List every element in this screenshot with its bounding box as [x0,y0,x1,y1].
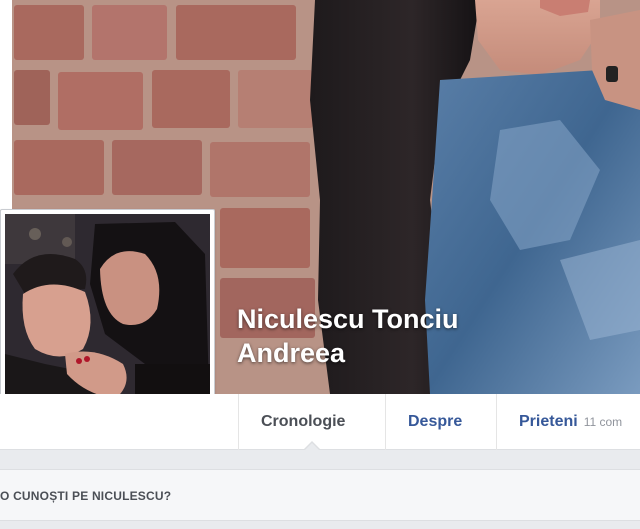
tab-friends-label[interactable]: Prieteni [519,413,578,430]
nav-divider [385,394,386,450]
profile-picture-image [5,214,210,423]
cover-left-strip [0,0,12,210]
profile-nav-bar: Cronologie Despre Prieteni 11 com [0,394,640,450]
profile-name[interactable]: Niculescu Tonciu Andreea [237,302,537,370]
nav-divider [238,394,239,450]
active-tab-caret-inner [305,443,319,450]
know-person-prompt: O CUNOȘTI PE NICULESCU? [0,489,172,503]
tab-friends[interactable]: Prieteni 11 com [519,394,622,450]
nav-divider [496,394,497,450]
know-person-box: O CUNOȘTI PE NICULESCU? [0,469,640,521]
profile-name-line-1[interactable]: Niculescu Tonciu [237,302,537,336]
friends-count: 11 com [583,415,623,429]
profile-name-line-2[interactable]: Andreea [237,336,537,370]
tab-about[interactable]: Despre [408,394,462,450]
